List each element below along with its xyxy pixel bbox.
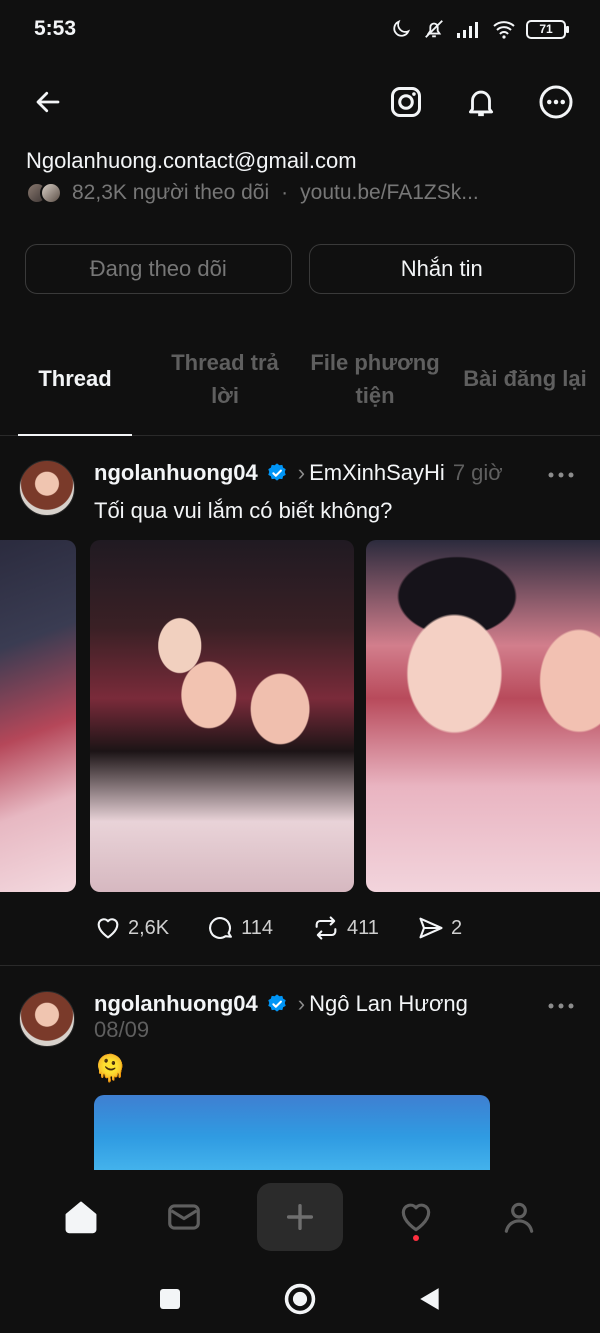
back-system-button[interactable] — [410, 1279, 450, 1319]
post-header: ngolanhuong04 › Ngô Lan Hương — [94, 991, 468, 1017]
chevron-right-icon: › — [297, 991, 306, 1016]
heart-icon — [97, 918, 119, 939]
avatar — [40, 182, 62, 204]
chevron-right-icon: › — [297, 460, 306, 485]
more-horizontal-icon — [548, 1003, 574, 1009]
heart-icon — [401, 1203, 431, 1232]
post-divider — [0, 965, 600, 966]
status-time: 5:53 — [34, 17, 77, 40]
create-post-button[interactable] — [256, 1183, 343, 1251]
post-header: ngolanhuong04 › EmXinhSayHi 7 giờ — [94, 460, 503, 486]
back-button[interactable] — [26, 80, 70, 124]
profile-link[interactable]: youtu.be/FA1ZSk... — [300, 181, 479, 205]
repost-icon — [315, 916, 337, 940]
engagement-bar: 2,6K 114 411 2 — [94, 914, 462, 942]
like-count: 2,6K — [128, 916, 170, 939]
inbox-icon — [168, 1204, 201, 1230]
post-text: Tối qua vui lắm có biết không? — [94, 498, 393, 523]
post-photo[interactable] — [94, 1095, 490, 1171]
post-photo[interactable] — [366, 540, 600, 892]
moon-icon — [393, 19, 411, 37]
comment-button[interactable]: 114 — [207, 914, 273, 942]
notifications-button[interactable] — [459, 80, 503, 124]
separator: · — [281, 181, 289, 204]
recents-button[interactable] — [150, 1279, 190, 1319]
instagram-button[interactable] — [384, 80, 428, 124]
post-photo[interactable] — [0, 540, 76, 892]
arrow-left-icon — [36, 91, 60, 113]
wifi-icon — [493, 21, 515, 39]
mute-icon — [425, 20, 443, 38]
plus-icon — [286, 1203, 314, 1231]
avatar[interactable] — [19, 991, 75, 1047]
profile-info: Ngolanhuong.contact@gmail.com 82,3K ngườ… — [26, 145, 586, 205]
tab-media[interactable]: File phương tiện — [300, 322, 450, 435]
send-icon — [419, 917, 443, 939]
repost-count: 411 — [347, 916, 379, 939]
following-button[interactable]: Đang theo dõi — [25, 244, 292, 294]
tab-reposts[interactable]: Bài đăng lại — [450, 322, 600, 435]
more-horizontal-icon — [548, 472, 574, 478]
tab-replies[interactable]: Thread trả lời — [150, 322, 300, 435]
post-time: 08/09 — [94, 1017, 150, 1042]
status-icons: 71 — [390, 18, 569, 40]
user-icon — [504, 1202, 533, 1233]
post-more-button[interactable] — [546, 460, 576, 490]
share-button[interactable]: 2 — [417, 914, 462, 942]
top-bar — [0, 72, 600, 132]
verified-badge-icon — [266, 993, 288, 1015]
nav-home[interactable] — [51, 1187, 111, 1247]
post-author[interactable]: ngolanhuong04 — [94, 991, 258, 1017]
square-icon — [160, 1288, 180, 1309]
home-icon — [65, 1201, 97, 1234]
profile-actions: Đang theo dõi Nhắn tin — [25, 244, 575, 294]
post-time: 7 giờ — [452, 460, 503, 485]
bell-icon — [468, 90, 494, 117]
nav-profile[interactable] — [489, 1187, 549, 1247]
verified-badge-icon — [266, 462, 288, 484]
nav-inbox[interactable] — [154, 1187, 214, 1247]
comment-icon — [209, 917, 233, 939]
more-horizontal-icon — [539, 85, 573, 119]
followers-count[interactable]: 82,3K người theo dõi — [72, 181, 269, 205]
triangle-back-icon — [420, 1287, 439, 1310]
home-system-button[interactable] — [280, 1279, 320, 1319]
bottom-nav — [0, 1170, 600, 1264]
more-options-button[interactable] — [534, 80, 578, 124]
status-bar: 5:53 71 — [0, 0, 600, 58]
instagram-icon — [391, 87, 421, 117]
share-count: 2 — [450, 916, 463, 939]
post-photo[interactable] — [90, 540, 354, 892]
system-nav — [0, 1264, 600, 1333]
profile-tabs: Thread Thread trả lời File phương tiện B… — [0, 322, 600, 436]
media-carousel[interactable] — [0, 540, 600, 892]
battery-indicator: 71 — [526, 19, 569, 39]
tab-threads[interactable]: Thread — [0, 322, 150, 436]
like-button[interactable]: 2,6K — [94, 914, 169, 942]
message-button[interactable]: Nhắn tin — [308, 244, 575, 294]
follower-avatars — [26, 182, 62, 204]
followers-row: 82,3K người theo dõi · youtu.be/FA1ZSk..… — [26, 181, 586, 205]
post-text: 🫠 — [94, 1053, 127, 1083]
repost-button[interactable]: 411 — [311, 914, 379, 942]
reply-to-user[interactable]: Ngô Lan Hương — [309, 991, 468, 1017]
profile-bio: Ngolanhuong.contact@gmail.com — [26, 148, 357, 173]
notification-dot — [412, 1235, 419, 1241]
comment-count: 114 — [241, 916, 274, 939]
post-author[interactable]: ngolanhuong04 — [94, 460, 258, 486]
post-more-button[interactable] — [546, 991, 576, 1021]
nav-activity[interactable] — [386, 1187, 446, 1247]
avatar[interactable] — [19, 460, 75, 516]
reply-to-user[interactable]: EmXinhSayHi — [309, 460, 445, 486]
circle-icon — [284, 1283, 316, 1314]
signal-icon — [457, 22, 478, 38]
